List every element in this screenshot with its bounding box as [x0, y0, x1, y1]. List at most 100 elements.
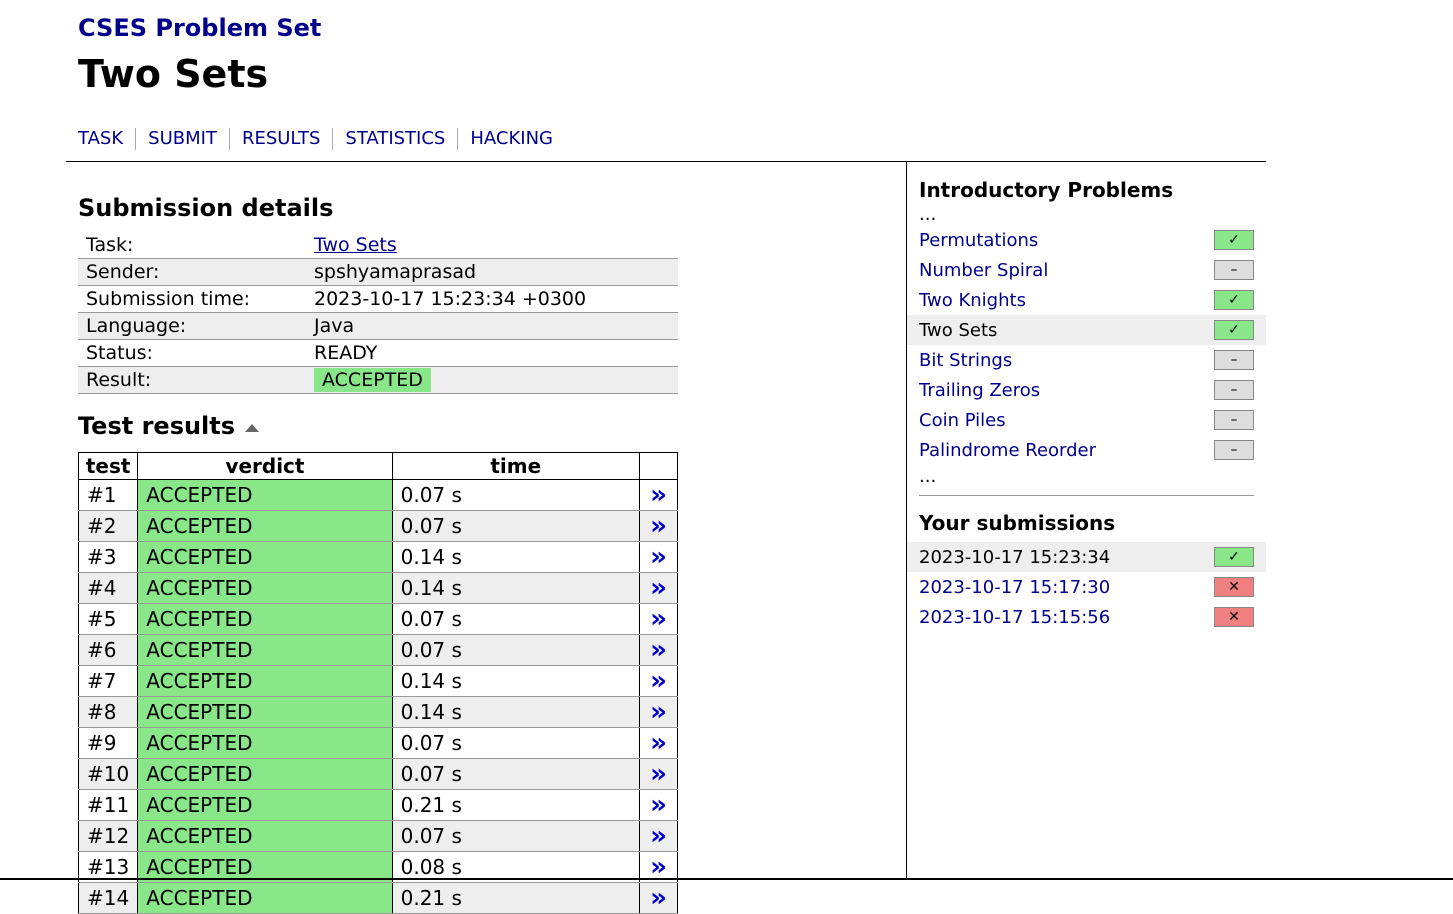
nav-statistics[interactable]: STATISTICS	[332, 128, 457, 150]
problem-item[interactable]: Bit Strings –	[907, 345, 1266, 375]
view-test-link-icon[interactable]: »	[650, 728, 667, 758]
submission-details-heading: Submission details	[78, 194, 334, 222]
test-link-cell: »	[638, 603, 679, 635]
task-link[interactable]: Two Sets	[314, 234, 397, 256]
submission-item[interactable]: 2023-10-17 15:23:34 ✓	[907, 542, 1266, 572]
test-row: #9 ACCEPTED 0.07 s »	[77, 727, 679, 759]
problem-link[interactable]: Number Spiral	[919, 260, 1048, 281]
details-value: spshyamaprasad	[306, 258, 678, 286]
test-verdict: ACCEPTED	[137, 510, 393, 542]
check-icon: ✓	[1214, 320, 1254, 340]
nav-results[interactable]: RESULTS	[228, 128, 332, 150]
test-number: #4	[77, 572, 139, 604]
view-test-link-icon[interactable]: »	[650, 883, 667, 913]
test-time: 0.07 s	[391, 727, 640, 759]
test-row: #4 ACCEPTED 0.14 s »	[77, 572, 679, 604]
test-verdict: ACCEPTED	[137, 541, 393, 573]
test-number: #11	[77, 789, 139, 821]
view-test-link-icon[interactable]: »	[650, 542, 667, 572]
submission-details-table: Task: Two Sets Sender: spshyamaprasad Submis…	[78, 232, 678, 394]
view-test-link-icon[interactable]: »	[650, 604, 667, 634]
test-number: #6	[77, 634, 139, 666]
submission-item[interactable]: 2023-10-17 15:17:30 ✕	[907, 572, 1266, 602]
problem-link[interactable]: Permutations	[919, 230, 1038, 251]
view-test-link-icon[interactable]: »	[650, 790, 667, 820]
problem-name-current: Two Sets	[919, 319, 998, 341]
submission-link[interactable]: 2023-10-17 15:17:30	[919, 577, 1110, 598]
column-header-test: test	[77, 452, 139, 480]
details-row: Result: ACCEPTED	[78, 366, 678, 394]
test-time: 0.07 s	[391, 603, 640, 635]
site-title-link[interactable]: CSES Problem Set	[78, 14, 321, 42]
problem-item[interactable]: Trailing Zeros –	[907, 375, 1266, 405]
problem-link[interactable]: Trailing Zeros	[919, 380, 1040, 401]
dash-icon: –	[1214, 260, 1254, 280]
details-key: Task:	[78, 232, 306, 259]
check-icon: ✓	[1214, 290, 1254, 310]
details-key: Status:	[78, 339, 306, 367]
test-results-heading: Test results	[78, 412, 236, 440]
test-row: #3 ACCEPTED 0.14 s »	[77, 541, 679, 573]
nav-submit[interactable]: SUBMIT	[135, 128, 229, 150]
test-link-cell: »	[638, 758, 679, 790]
problem-item[interactable]: Two Knights ✓	[907, 285, 1266, 315]
test-row: #8 ACCEPTED 0.14 s »	[77, 696, 679, 728]
dash-icon: –	[1214, 350, 1254, 370]
problem-item[interactable]: Palindrome Reorder –	[907, 435, 1266, 465]
test-number: #10	[77, 758, 139, 790]
problem-list: Permutations ✓ Number Spiral – Two Knights ✓ T…	[907, 225, 1266, 465]
submission-link[interactable]: 2023-10-17 15:15:56	[919, 607, 1110, 628]
view-test-link-icon[interactable]: »	[650, 635, 667, 665]
test-row: #10 ACCEPTED 0.07 s »	[77, 758, 679, 790]
test-time: 0.21 s	[391, 789, 640, 821]
dash-icon: –	[1214, 380, 1254, 400]
test-link-cell: »	[638, 696, 679, 728]
test-time: 0.14 s	[391, 665, 640, 697]
test-verdict: ACCEPTED	[137, 665, 393, 697]
problem-link[interactable]: Palindrome Reorder	[919, 440, 1096, 461]
problem-item[interactable]: Permutations ✓	[907, 225, 1266, 255]
collapse-toggle-icon[interactable]	[245, 424, 260, 432]
test-verdict: ACCEPTED	[137, 882, 393, 914]
sidebar: Introductory Problems ... Permutations ✓ N…	[907, 175, 1266, 632]
details-row: Sender: spshyamaprasad	[78, 258, 678, 286]
problem-item[interactable]: Two Sets ✓	[907, 315, 1266, 345]
nav-task[interactable]: TASK	[78, 128, 135, 150]
problem-link[interactable]: Two Knights	[919, 290, 1026, 311]
view-test-link-icon[interactable]: »	[650, 573, 667, 603]
test-time: 0.07 s	[391, 479, 640, 511]
test-verdict: ACCEPTED	[137, 634, 393, 666]
details-row: Status: READY	[78, 339, 678, 367]
problem-link[interactable]: Bit Strings	[919, 350, 1012, 371]
problem-link[interactable]: Coin Piles	[919, 410, 1006, 431]
submissions-title: Your submissions	[919, 511, 1116, 535]
details-key: Language:	[78, 312, 306, 340]
test-row: #5 ACCEPTED 0.07 s »	[77, 603, 679, 635]
view-test-link-icon[interactable]: »	[650, 511, 667, 541]
problem-item[interactable]: Number Spiral –	[907, 255, 1266, 285]
column-header-time: time	[391, 452, 640, 480]
nav-hacking[interactable]: HACKING	[457, 128, 565, 150]
test-time: 0.07 s	[391, 820, 640, 852]
test-number: #7	[77, 665, 139, 697]
view-test-link-icon[interactable]: »	[650, 759, 667, 789]
view-test-link-icon[interactable]: »	[650, 666, 667, 696]
details-row: Task: Two Sets	[78, 232, 678, 259]
view-test-link-icon[interactable]: »	[650, 480, 667, 510]
test-verdict: ACCEPTED	[137, 758, 393, 790]
ellipsis-top: ...	[919, 204, 937, 225]
test-time: 0.14 s	[391, 696, 640, 728]
test-link-cell: »	[638, 727, 679, 759]
test-link-cell: »	[638, 572, 679, 604]
problem-item[interactable]: Coin Piles –	[907, 405, 1266, 435]
test-row: #2 ACCEPTED 0.07 s »	[77, 510, 679, 542]
submission-item[interactable]: 2023-10-17 15:15:56 ✕	[907, 602, 1266, 632]
cross-icon: ✕	[1214, 577, 1254, 597]
view-test-link-icon[interactable]: »	[650, 697, 667, 727]
test-number: #2	[77, 510, 139, 542]
test-verdict: ACCEPTED	[137, 727, 393, 759]
details-value: Two Sets	[306, 232, 678, 259]
view-test-link-icon[interactable]: »	[650, 821, 667, 851]
test-number: #3	[77, 541, 139, 573]
test-time: 0.07 s	[391, 634, 640, 666]
